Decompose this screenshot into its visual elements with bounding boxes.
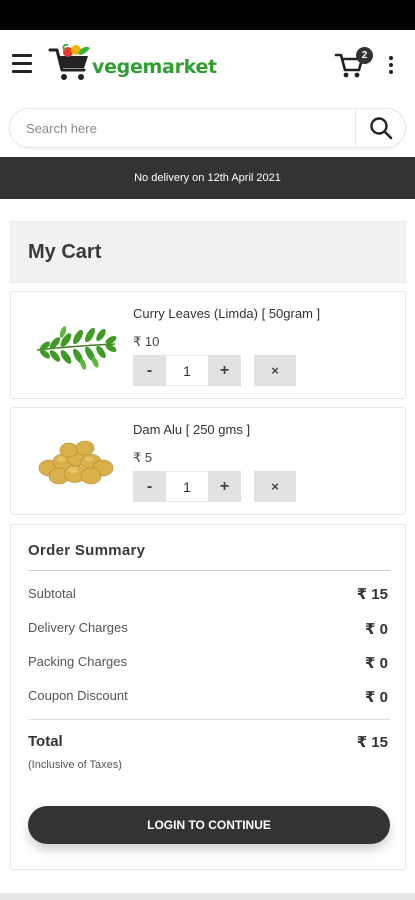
curry-leaves-image xyxy=(36,326,117,370)
coupon-discount-value: ₹ 0 xyxy=(365,689,388,706)
cart-item: Curry Leaves (Limda) [ 50gram ] ₹ 10 - 1… xyxy=(10,291,406,399)
status-bar xyxy=(0,0,415,30)
total-label: Total xyxy=(28,733,63,750)
packing-charges-value: ₹ 0 xyxy=(365,655,388,672)
cart-title-box: My Cart xyxy=(10,221,406,283)
quantity-stepper: - 1 + xyxy=(133,355,241,386)
delivery-charges-value: ₹ 0 xyxy=(365,621,388,638)
logo[interactable]: vegemarket xyxy=(48,44,217,84)
subtotal-label: Subtotal xyxy=(28,586,76,601)
item-price: ₹ 10 xyxy=(133,334,160,349)
remove-item-button[interactable]: × xyxy=(254,471,296,502)
item-name[interactable]: Curry Leaves (Limda) [ 50gram ] xyxy=(133,306,320,321)
coupon-discount-label: Coupon Discount xyxy=(28,688,128,703)
quantity-stepper: - 1 + xyxy=(133,471,241,502)
cart-count-badge: 2 xyxy=(356,47,373,64)
delivery-charges-label: Delivery Charges xyxy=(28,620,128,635)
cart-logo-icon xyxy=(48,44,90,80)
subtotal-value: ₹ 15 xyxy=(356,586,388,603)
app-header: vegemarket 2 xyxy=(0,30,415,100)
menu-icon[interactable] xyxy=(12,54,34,74)
quantity-value[interactable]: 1 xyxy=(166,355,208,386)
page-title: My Cart xyxy=(28,241,102,263)
total-note: (Inclusive of Taxes) xyxy=(28,759,122,771)
search-bar xyxy=(9,108,406,148)
logo-text: vegemarket xyxy=(92,56,217,78)
order-summary-title: Order Summary xyxy=(28,542,146,559)
search-input[interactable] xyxy=(26,109,346,147)
divider xyxy=(28,719,390,720)
remove-item-button[interactable]: × xyxy=(254,355,296,386)
cart-item: Dam Alu [ 250 gms ] ₹ 5 - 1 + × xyxy=(10,407,406,515)
login-to-continue-button[interactable]: LOGIN TO CONTINUE xyxy=(28,806,390,844)
delivery-notice-banner: No delivery on 12th April 2021 xyxy=(0,157,415,199)
potatoes-image xyxy=(38,440,114,485)
decrease-quantity-button[interactable]: - xyxy=(133,355,166,386)
divider xyxy=(28,570,390,571)
item-name[interactable]: Dam Alu [ 250 gms ] xyxy=(133,422,250,437)
packing-charges-label: Packing Charges xyxy=(28,654,127,669)
search-icon xyxy=(370,117,393,140)
order-summary: Order Summary Subtotal ₹ 15 Delivery Cha… xyxy=(10,524,406,870)
decrease-quantity-button[interactable]: - xyxy=(133,471,166,502)
total-value: ₹ 15 xyxy=(356,734,388,751)
quantity-value[interactable]: 1 xyxy=(166,471,208,502)
item-price: ₹ 5 xyxy=(133,450,153,465)
search-button[interactable] xyxy=(356,109,406,147)
bottom-strip xyxy=(0,893,415,900)
increase-quantity-button[interactable]: + xyxy=(208,355,241,386)
increase-quantity-button[interactable]: + xyxy=(208,471,241,502)
more-options-icon[interactable] xyxy=(386,56,396,78)
